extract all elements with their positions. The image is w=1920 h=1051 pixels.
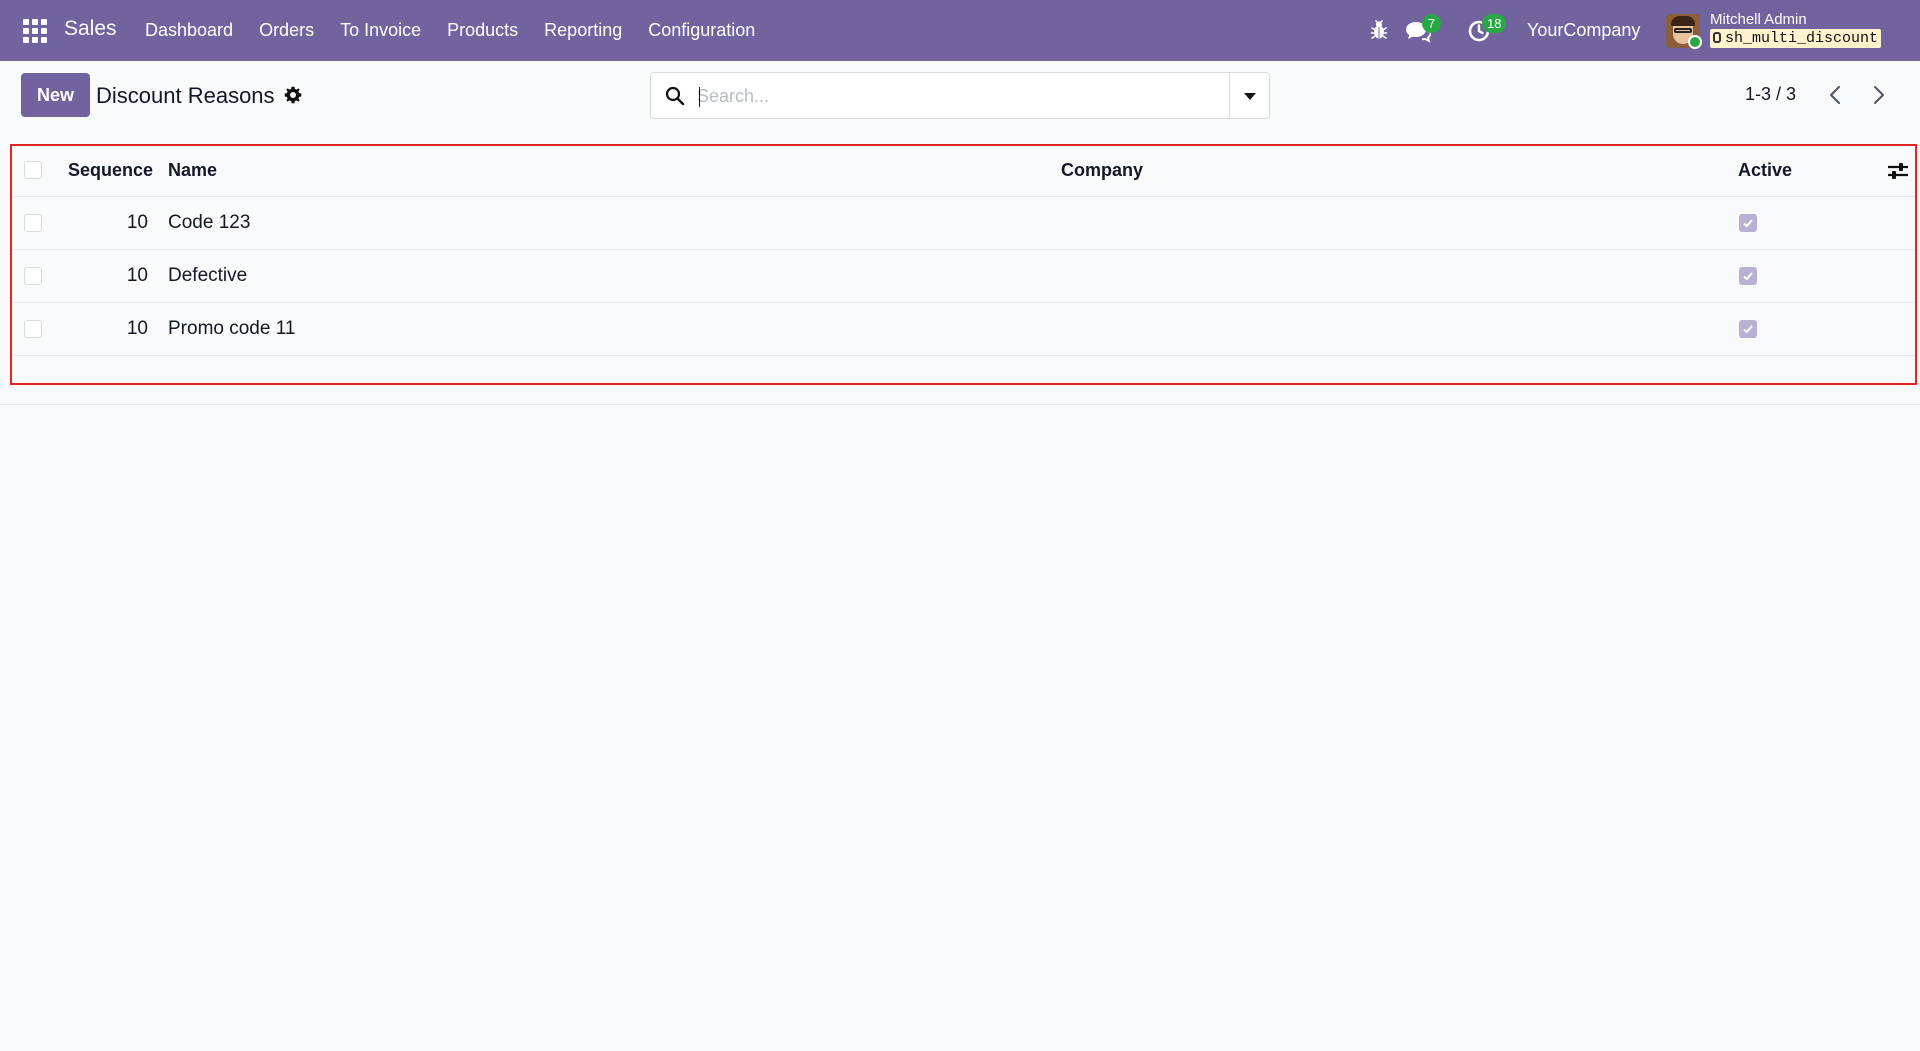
menu-item-configuration[interactable]: Configuration	[648, 20, 755, 41]
cell-sequence: 10	[126, 212, 148, 233]
menu-item-orders[interactable]: Orders	[259, 20, 314, 41]
table-header: Sequence Name Company Active	[12, 146, 1915, 197]
column-header-sequence[interactable]: Sequence	[68, 160, 153, 181]
chevron-right-icon[interactable]	[1868, 84, 1888, 106]
row-checkbox[interactable]	[24, 214, 42, 232]
text-cursor	[699, 87, 700, 107]
bug-icon[interactable]	[1370, 19, 1388, 41]
active-checkbox	[1739, 320, 1757, 338]
database-icon	[1713, 32, 1721, 43]
list-view: Sequence Name Company Active 10 Code 123…	[10, 144, 1917, 385]
cell-sequence: 10	[126, 318, 148, 339]
active-checkbox	[1739, 267, 1757, 285]
cell-sequence: 10	[126, 265, 148, 286]
table-row[interactable]: 10 Promo code 11	[12, 303, 1915, 356]
table-row[interactable]: 10 Defective	[12, 250, 1915, 303]
row-checkbox[interactable]	[24, 320, 42, 338]
search-icon	[665, 86, 685, 106]
menu-item-reporting[interactable]: Reporting	[544, 20, 622, 41]
search-bar	[650, 72, 1270, 119]
select-all-checkbox[interactable]	[24, 161, 42, 179]
table-row[interactable]: 10 Code 123	[12, 197, 1915, 250]
page-title: Discount Reasons	[96, 83, 275, 108]
list-footer-divider	[0, 404, 1920, 405]
column-header-company[interactable]: Company	[1061, 160, 1143, 181]
menu-item-products[interactable]: Products	[447, 20, 518, 41]
pager-value[interactable]: 1-3 / 3	[1745, 84, 1796, 105]
app-name[interactable]: Sales	[64, 17, 117, 41]
caret-down-icon	[1244, 93, 1256, 100]
online-status-dot	[1688, 35, 1702, 49]
search-options-toggle[interactable]	[1229, 73, 1269, 118]
user-name[interactable]: Mitchell Admin	[1710, 11, 1807, 28]
company-switcher[interactable]: YourCompany	[1527, 20, 1640, 41]
search-input[interactable]	[697, 82, 1197, 110]
row-checkbox[interactable]	[24, 267, 42, 285]
chevron-left-icon[interactable]	[1826, 84, 1846, 106]
activities-badge: 18	[1482, 14, 1507, 33]
sliders-icon[interactable]	[1887, 161, 1909, 181]
cell-name[interactable]: Promo code 11	[168, 318, 295, 340]
new-button[interactable]: New	[21, 73, 90, 117]
gear-icon[interactable]	[284, 86, 302, 104]
database-tag: sh_multi_discount	[1710, 29, 1882, 48]
apps-grid-icon[interactable]	[23, 19, 47, 43]
database-name: sh_multi_discount	[1725, 30, 1879, 47]
cell-name[interactable]: Code 123	[168, 212, 250, 234]
top-navbar: Sales Dashboard Orders To Invoice Produc…	[0, 0, 1920, 61]
column-header-active[interactable]: Active	[1738, 160, 1792, 181]
messages-badge: 7	[1422, 14, 1441, 33]
column-header-name[interactable]: Name	[168, 160, 217, 181]
main-menu: Dashboard Orders To Invoice Products Rep…	[145, 20, 781, 41]
menu-item-to-invoice[interactable]: To Invoice	[340, 20, 421, 41]
active-checkbox	[1739, 214, 1757, 232]
menu-item-dashboard[interactable]: Dashboard	[145, 20, 233, 41]
cell-name[interactable]: Defective	[168, 265, 247, 287]
